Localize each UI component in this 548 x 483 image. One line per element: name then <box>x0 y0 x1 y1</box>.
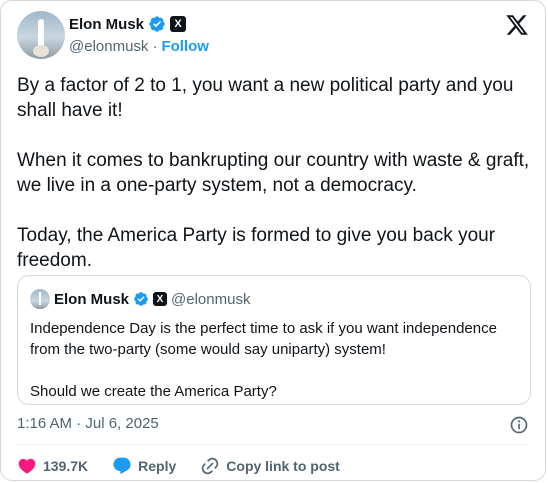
reply-bubble-icon <box>113 457 131 475</box>
tweet-paragraph: When it comes to bankrupting our country… <box>17 150 530 196</box>
separator-dot: · <box>152 37 158 55</box>
affiliate-x-badge: X <box>170 16 187 32</box>
verified-badge-icon <box>149 16 165 32</box>
quoted-paragraph: Should we create the America Party? <box>30 383 277 400</box>
quoted-avatar-rocket <box>39 292 41 305</box>
heart-icon <box>18 458 36 474</box>
author-name-row: Elon Musk X <box>69 13 209 35</box>
follow-button[interactable]: Follow <box>161 38 209 55</box>
like-count: 139.7K <box>43 458 89 474</box>
quoted-paragraph: Independence Day is the perfect time to … <box>30 320 497 358</box>
action-divider <box>17 444 529 445</box>
reply-button[interactable]: Reply <box>112 456 176 476</box>
quoted-tweet-header: Elon Musk X @elonmusk <box>30 289 250 309</box>
author-display-name[interactable]: Elon Musk <box>69 16 144 33</box>
author-handle[interactable]: @elonmusk <box>69 38 148 55</box>
tweet-card: Elon Musk X @elonmusk · Follow By a fact… <box>0 0 546 481</box>
quoted-author-avatar <box>30 289 50 309</box>
author-avatar[interactable] <box>17 11 65 59</box>
author-handle-row: @elonmusk · Follow <box>69 35 209 57</box>
quoted-tweet-body: Independence Day is the perfect time to … <box>30 318 520 423</box>
verified-badge-icon <box>134 292 148 306</box>
tweet-header: Elon Musk X @elonmusk · Follow <box>17 11 529 61</box>
x-logo-icon[interactable] <box>505 13 529 37</box>
link-icon <box>202 457 219 475</box>
tweet-paragraph: By a factor of 2 to 1, you want a new po… <box>17 75 514 121</box>
quoted-tweet[interactable]: Elon Musk X @elonmusk Independence Day i… <box>17 275 531 405</box>
quoted-author-handle: @elonmusk <box>171 290 251 308</box>
info-icon[interactable] <box>509 415 529 435</box>
author-names: Elon Musk X @elonmusk · Follow <box>69 13 209 57</box>
reply-label: Reply <box>138 458 177 474</box>
copy-link-button[interactable]: Copy link to post <box>200 456 340 476</box>
quoted-author-name: Elon Musk <box>54 290 130 308</box>
tweet-paragraph: Today, the America Party is formed to gi… <box>17 225 496 271</box>
affiliate-x-badge: X <box>153 292 168 306</box>
tweet-timestamp[interactable]: 1:16 AM · Jul 6, 2025 <box>17 415 159 432</box>
tweet-body: By a factor of 2 to 1, you want a new po… <box>17 73 533 298</box>
avatar-plume <box>33 45 49 57</box>
copy-link-label: Copy link to post <box>226 458 340 474</box>
like-button[interactable]: 139.7K <box>17 456 88 476</box>
action-bar: 139.7K Reply Copy link to post <box>17 454 364 478</box>
